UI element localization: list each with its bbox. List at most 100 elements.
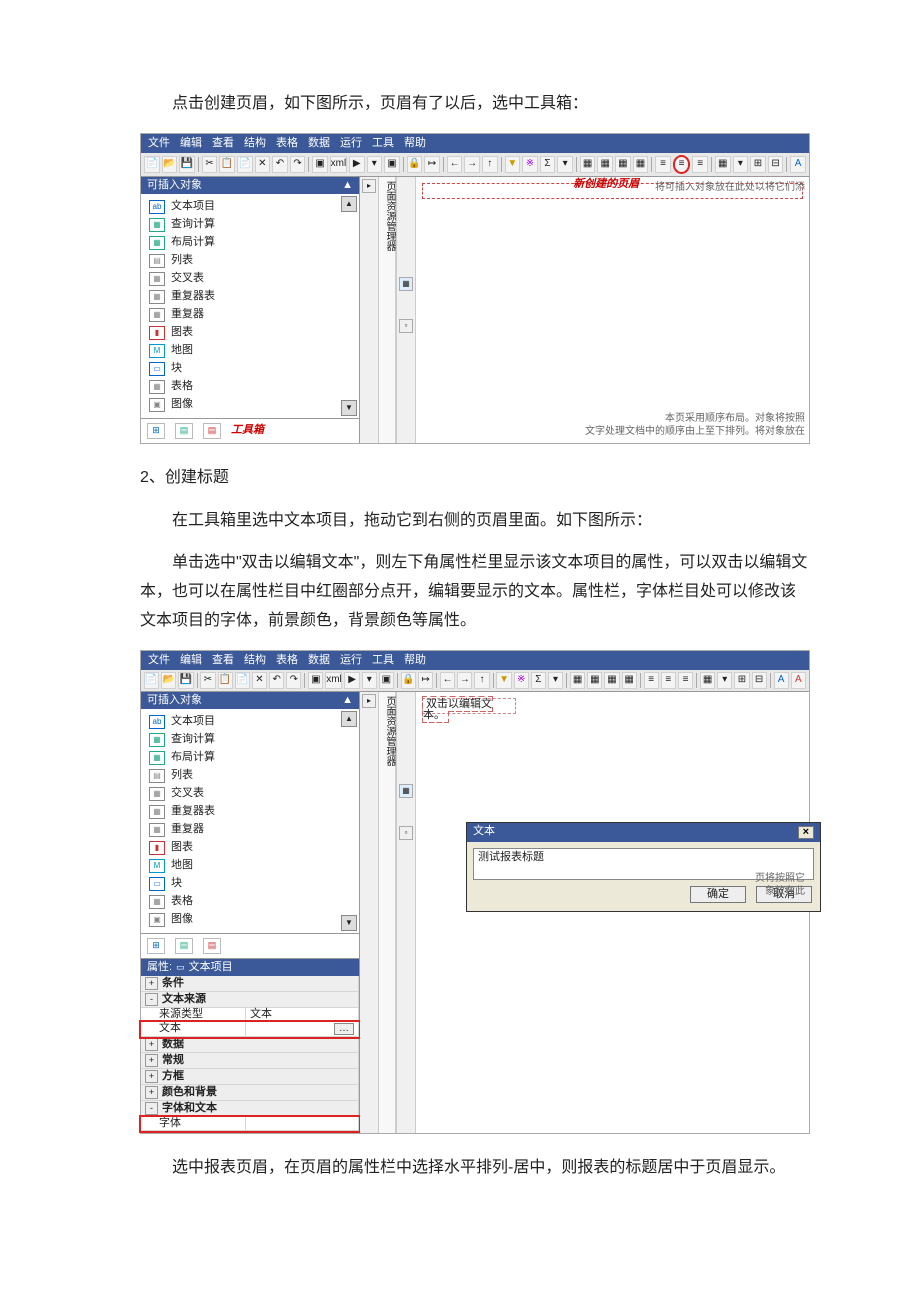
insertable-布局计算[interactable]: ▦布局计算 (141, 234, 359, 252)
redo-icon[interactable]: ↷ (286, 672, 301, 689)
goto-icon[interactable]: ↦ (418, 672, 433, 689)
sidepanel-toggle-icon[interactable]: ▸ (362, 179, 376, 193)
insertable-查询计算[interactable]: ▦查询计算 (141, 216, 359, 234)
text-item-placeholder[interactable]: 双击以编辑文本。 (423, 697, 492, 722)
font-icon[interactable]: A (790, 156, 806, 173)
new-file-icon[interactable]: 📄 (144, 156, 160, 173)
undo-icon[interactable]: ↶ (269, 672, 284, 689)
tool-1-icon[interactable]: ▦ (399, 784, 413, 798)
tab-drop[interactable]: ▾ (733, 156, 749, 173)
expand-icon[interactable]: + (145, 1038, 158, 1051)
cut-icon[interactable]: ✂ (200, 672, 215, 689)
scroll-up-icon[interactable]: ▲ (341, 196, 357, 212)
page-icon[interactable]: ▣ (384, 156, 400, 173)
tab-layout-icon[interactable]: ▤ (203, 423, 221, 439)
prop-row[interactable]: +常规 (141, 1053, 359, 1069)
save-icon[interactable]: 💾 (178, 672, 193, 689)
sidepanel-toggle-icon[interactable]: ▸ (362, 694, 376, 708)
menu-查看[interactable]: 查看 (209, 137, 237, 150)
expand-icon[interactable]: + (145, 1086, 158, 1099)
expand-icon[interactable]: + (145, 1054, 158, 1067)
filter-icon[interactable]: ▼ (505, 156, 521, 173)
run-icon[interactable]: ▶ (344, 672, 359, 689)
prop-row[interactable]: -字体和文本 (141, 1101, 359, 1117)
xml-icon[interactable]: xml (325, 672, 342, 689)
menu-表格[interactable]: 表格 (273, 654, 301, 667)
header-icon[interactable]: ▦ (580, 156, 596, 173)
run-drop-icon[interactable]: ▾ (362, 672, 377, 689)
prop-row[interactable]: +方框 (141, 1069, 359, 1085)
insertable-地图[interactable]: M地图 (141, 342, 359, 360)
open-icon[interactable]: 📂 (161, 672, 176, 689)
prop-row[interactable]: +颜色和背景 (141, 1085, 359, 1101)
insertable-地图[interactable]: M地图 (141, 857, 359, 875)
sum-drop[interactable]: ▾ (548, 672, 563, 689)
sum-icon[interactable]: Σ (540, 156, 556, 173)
prop-value[interactable]: 文本 (246, 1008, 359, 1021)
tab-data-icon[interactable]: ▤ (175, 938, 193, 954)
sum-drop[interactable]: ▾ (557, 156, 573, 173)
fwd-icon[interactable]: → (457, 672, 472, 689)
prop-row[interactable]: +条件 (141, 976, 359, 992)
prop-row[interactable]: 文本… (141, 1022, 359, 1037)
insertable-表格[interactable]: ▦表格 (141, 378, 359, 396)
close-icon[interactable]: × (798, 826, 814, 839)
sum-icon[interactable]: Σ (531, 672, 546, 689)
sort-icon[interactable]: ※ (514, 672, 529, 689)
scroll-up-icon[interactable]: ▲ (341, 711, 357, 727)
insertable-图像[interactable]: ▣图像 (141, 911, 359, 929)
menu-表格[interactable]: 表格 (273, 137, 301, 150)
menu-运行[interactable]: 运行 (337, 654, 365, 667)
ok-button[interactable]: 确定 (690, 886, 746, 903)
insertable-交叉表[interactable]: ▦交叉表 (141, 785, 359, 803)
footer-create-icon[interactable]: ≡ (692, 156, 708, 173)
menu-数据[interactable]: 数据 (305, 137, 333, 150)
menu-帮助[interactable]: 帮助 (401, 654, 429, 667)
lock-icon[interactable]: 🔒 (407, 156, 423, 173)
menu-数据[interactable]: 数据 (305, 654, 333, 667)
delete-icon[interactable]: ✕ (255, 156, 271, 173)
redo-icon[interactable]: ↷ (290, 156, 306, 173)
lock-icon[interactable]: 🔒 (401, 672, 416, 689)
insertable-列表[interactable]: ▤列表 (141, 767, 359, 785)
save-icon[interactable]: 💾 (179, 156, 195, 173)
insertable-文本项目[interactable]: ab文本项目 (141, 198, 359, 216)
tab-toolbox-icon[interactable]: ⊞ (147, 938, 165, 954)
back-icon[interactable]: ← (447, 156, 463, 173)
menu-帮助[interactable]: 帮助 (401, 137, 429, 150)
insertable-块[interactable]: ▭块 (141, 360, 359, 378)
menu-结构[interactable]: 结构 (241, 654, 269, 667)
insertable-图表[interactable]: ▮图表 (141, 839, 359, 857)
report-canvas[interactable]: 新创建的页眉 将可插入对象放在此处以将它们添 本页采用顺序布局。对象将按照 文字… (416, 177, 809, 443)
prop-row[interactable]: 字体 (141, 1117, 359, 1131)
cell-merge-icon[interactable]: ⊞ (734, 672, 749, 689)
scroll-down-icon[interactable]: ▼ (341, 400, 357, 416)
tab-layout-icon[interactable]: ▤ (203, 938, 221, 954)
prop-row[interactable]: -文本来源 (141, 992, 359, 1008)
validate-icon[interactable]: ▣ (308, 672, 323, 689)
expand-icon[interactable]: + (145, 977, 158, 990)
header-drop-area-2[interactable]: 双击以编辑文本。 (422, 698, 516, 714)
insertable-图表[interactable]: ▮图表 (141, 324, 359, 342)
page-explorer-label[interactable]: 页面资源管理器 (379, 177, 396, 443)
header-create-icon-2[interactable]: ≡ (661, 672, 676, 689)
menu-查看[interactable]: 查看 (209, 654, 237, 667)
up-icon[interactable]: ↑ (482, 156, 498, 173)
insertable-查询计算[interactable]: ▦查询计算 (141, 731, 359, 749)
run-icon[interactable]: ▶ (349, 156, 365, 173)
menu-文件[interactable]: 文件 (145, 137, 173, 150)
sort-icon[interactable]: ※ (522, 156, 538, 173)
menu-文件[interactable]: 文件 (145, 654, 173, 667)
paste-icon[interactable]: 📄 (235, 672, 250, 689)
menu-工具[interactable]: 工具 (369, 654, 397, 667)
new-file-icon[interactable]: 📄 (144, 672, 159, 689)
table-icon[interactable]: ▦ (715, 156, 731, 173)
table-icon[interactable]: ▦ (700, 672, 715, 689)
insertable-表格[interactable]: ▦表格 (141, 893, 359, 911)
tab-data-icon[interactable]: ▤ (175, 423, 193, 439)
insertable-图像[interactable]: ▣图像 (141, 396, 359, 414)
menu-运行[interactable]: 运行 (337, 137, 365, 150)
tab-toolbox-icon[interactable]: ⊞ (147, 423, 165, 439)
expand-icon[interactable]: - (145, 1102, 158, 1115)
open-icon[interactable]: 📂 (162, 156, 178, 173)
